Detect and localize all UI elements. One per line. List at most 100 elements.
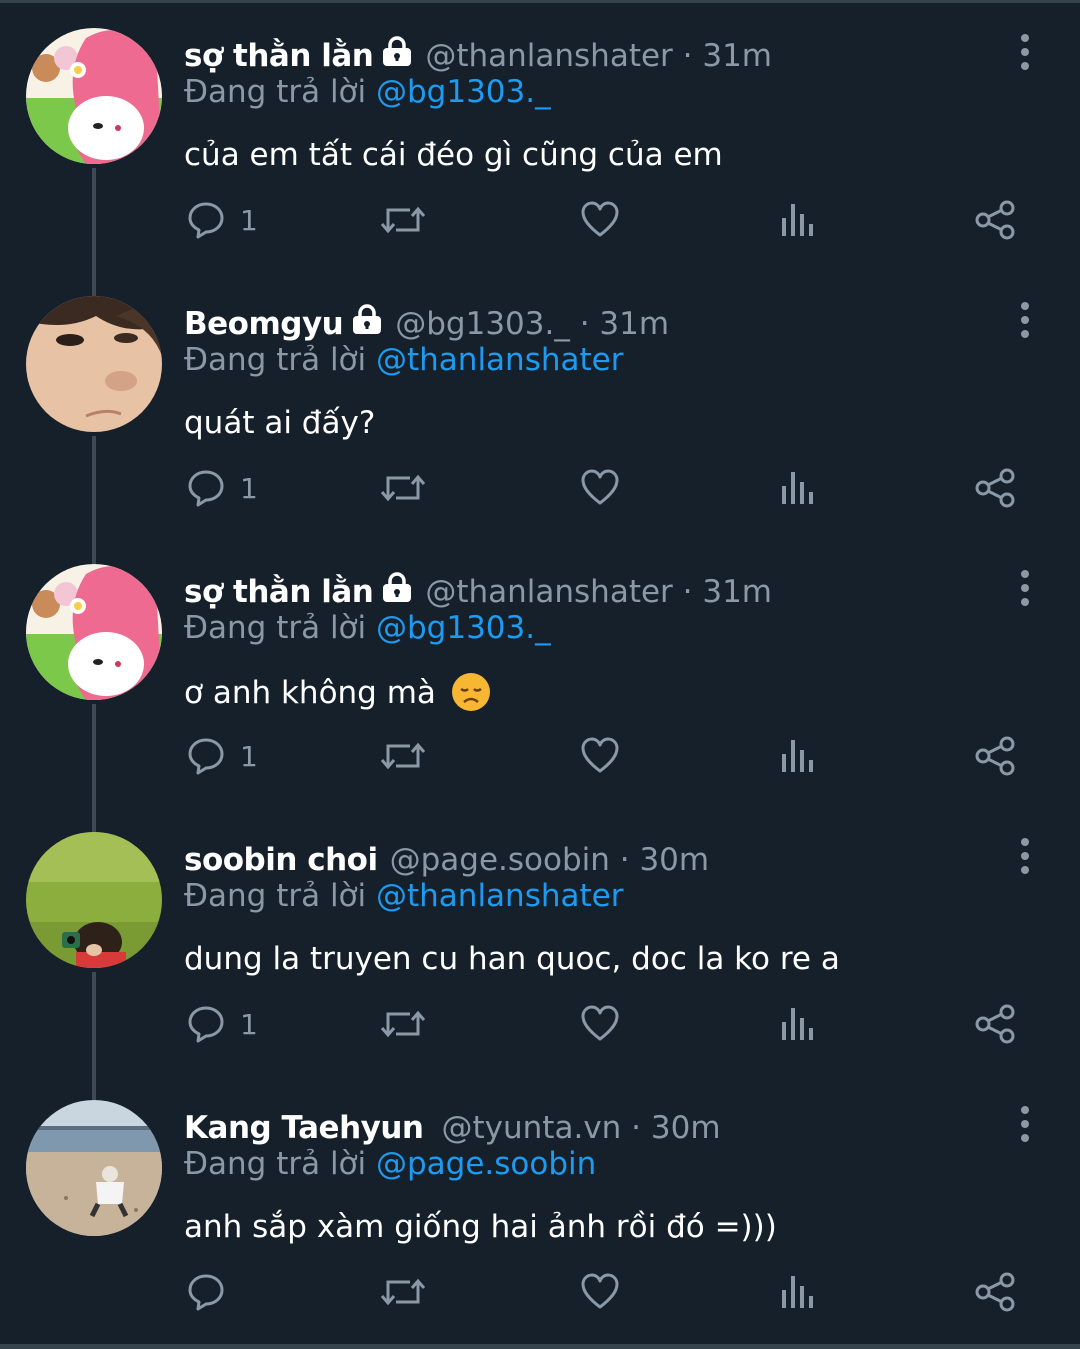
display-name[interactable]: soobin choi [184, 842, 378, 878]
reply-button[interactable] [186, 1262, 240, 1322]
tweet-actions: 1 [0, 190, 1080, 250]
analytics-button[interactable] [780, 726, 816, 786]
tweet-header: sợ thằn lằn @thanlanshater · 31m [184, 34, 772, 78]
tweet[interactable]: soobin choi @page.soobin · 30m Đang trả … [0, 804, 1080, 1072]
reply-count: 1 [240, 203, 258, 237]
tweet-text-wrap: ơ anh không mà [184, 673, 490, 711]
tweet[interactable]: sợ thằn lằn @thanlanshater · 31m Đang tr… [0, 0, 1080, 268]
reply-icon [188, 1006, 224, 1043]
bottom-divider [0, 1344, 1080, 1349]
reply-count: 1 [240, 1007, 258, 1041]
reply-mention[interactable]: @thanlanshater [376, 342, 623, 378]
more-icon[interactable] [1010, 30, 1040, 74]
reply-mention[interactable]: @bg1303._ [376, 74, 551, 110]
reply-button[interactable]: 1 [186, 994, 258, 1054]
handle-time: @thanlanshater · 31m [425, 574, 773, 610]
retweet-icon [380, 1278, 426, 1306]
like-button[interactable] [580, 458, 620, 518]
handle-time: @thanlanshater · 31m [425, 38, 773, 74]
like-button[interactable] [580, 1262, 620, 1322]
avatar[interactable] [26, 564, 162, 700]
tweet[interactable]: sợ thằn lằn @thanlanshater · 31m Đang tr… [0, 536, 1080, 804]
display-name[interactable]: Beomgyu [184, 306, 344, 342]
handle-time: @bg1303._ · 31m [395, 306, 670, 342]
reply-prefix: Đang trả lời [184, 342, 367, 378]
like-button[interactable] [580, 190, 620, 250]
tweet-text: dung la truyen cu han quoc, doc la ko re… [184, 941, 840, 977]
tweet-text: ơ anh không mà [184, 675, 436, 711]
analytics-icon [782, 204, 813, 236]
lock-icon [351, 304, 383, 344]
reply-button[interactable]: 1 [186, 458, 258, 518]
reply-context: Đang trả lời @thanlanshater [184, 342, 623, 378]
share-button[interactable] [974, 994, 1016, 1054]
reply-count: 1 [240, 471, 258, 505]
share-icon [975, 736, 1015, 776]
tweet[interactable]: Beomgyu @bg1303._ · 31m Đang trả lời @th… [0, 268, 1080, 536]
tweet-actions: 1 [0, 726, 1080, 786]
more-icon[interactable] [1010, 566, 1040, 610]
analytics-button[interactable] [780, 1262, 816, 1322]
avatar[interactable] [26, 28, 162, 164]
share-icon [975, 468, 1015, 508]
share-button[interactable] [974, 726, 1016, 786]
reply-context: Đang trả lời @bg1303._ [184, 610, 551, 646]
analytics-button[interactable] [780, 994, 816, 1054]
reply-button[interactable]: 1 [186, 190, 258, 250]
tweet-header: Beomgyu @bg1303._ · 31m [184, 302, 669, 346]
display-name[interactable]: sợ thằn lằn [184, 574, 374, 610]
tweet-header: sợ thằn lằn @thanlanshater · 31m [184, 570, 772, 614]
handle-time: @page.soobin · 30m [389, 842, 710, 878]
tweet-text: quát ai đấy? [184, 405, 376, 441]
avatar[interactable] [26, 296, 162, 432]
share-button[interactable] [974, 1262, 1016, 1322]
display-name[interactable]: sợ thằn lằn [184, 38, 374, 74]
more-icon[interactable] [1010, 834, 1040, 878]
analytics-icon [782, 740, 813, 772]
retweet-button[interactable] [380, 190, 426, 250]
share-button[interactable] [974, 458, 1016, 518]
lock-icon [381, 572, 413, 612]
tweet-header: Kang Taehyun @tyunta.vn · 30m [184, 1106, 721, 1150]
retweet-button[interactable] [380, 994, 426, 1054]
heart-icon [581, 1273, 619, 1309]
retweet-icon [380, 742, 426, 770]
reply-mention[interactable]: @page.soobin [376, 1146, 596, 1182]
avatar[interactable] [26, 832, 162, 968]
retweet-icon [380, 206, 426, 234]
heart-icon [581, 737, 619, 773]
analytics-button[interactable] [780, 190, 816, 250]
reply-icon [188, 1274, 224, 1311]
heart-icon [581, 469, 619, 505]
analytics-button[interactable] [780, 458, 816, 518]
disappointed-face-emoji [451, 673, 490, 711]
reply-prefix: Đang trả lời [184, 610, 367, 646]
lock-icon [381, 36, 413, 76]
reply-button[interactable]: 1 [186, 726, 258, 786]
analytics-icon [782, 472, 813, 504]
tweet-text: anh sắp xàm giống hai ảnh rồi đó =))) [184, 1209, 777, 1245]
tweet-actions: 1 [0, 994, 1080, 1054]
like-button[interactable] [580, 726, 620, 786]
reply-mention[interactable]: @bg1303._ [376, 610, 551, 646]
retweet-button[interactable] [380, 726, 426, 786]
heart-icon [581, 1005, 619, 1041]
share-icon [975, 1272, 1015, 1312]
share-button[interactable] [974, 190, 1016, 250]
avatar[interactable] [26, 1100, 162, 1236]
reply-prefix: Đang trả lời [184, 1146, 367, 1182]
analytics-icon [782, 1008, 813, 1040]
reply-mention[interactable]: @thanlanshater [376, 878, 623, 914]
display-name[interactable]: Kang Taehyun [184, 1110, 424, 1146]
tweet-actions: 1 [0, 458, 1080, 518]
reply-context: Đang trả lời @thanlanshater [184, 878, 623, 914]
heart-icon [581, 201, 619, 237]
more-icon[interactable] [1010, 298, 1040, 342]
reply-icon [188, 738, 224, 775]
tweet[interactable]: Kang Taehyun @tyunta.vn · 30m Đang trả l… [0, 1072, 1080, 1340]
retweet-button[interactable] [380, 458, 426, 518]
retweet-button[interactable] [380, 1262, 426, 1322]
like-button[interactable] [580, 994, 620, 1054]
reply-context: Đang trả lời @page.soobin [184, 1146, 596, 1182]
more-icon[interactable] [1010, 1102, 1040, 1146]
